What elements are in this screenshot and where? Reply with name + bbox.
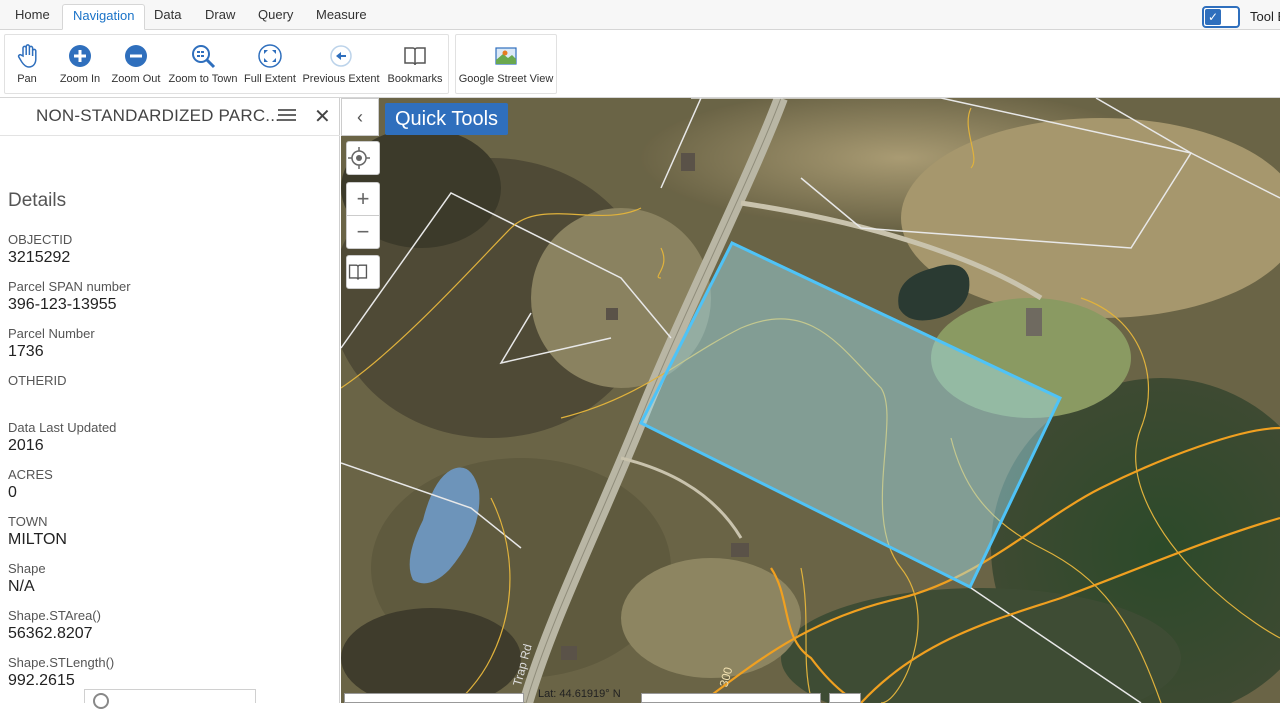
attribute-key: Shape.STArea() xyxy=(8,608,101,623)
zoom-to-town-label: Zoom to Town xyxy=(168,73,238,85)
close-icon[interactable]: ✕ xyxy=(314,104,331,129)
quick-tools-button[interactable]: Quick Tools xyxy=(385,103,509,135)
panel-menu-icon[interactable] xyxy=(278,109,296,123)
details-heading: Details xyxy=(8,190,67,211)
google-street-view-label: Google Street View xyxy=(458,73,554,85)
plus-icon: + xyxy=(356,186,370,211)
full-extent-icon xyxy=(258,44,282,68)
full-extent-button[interactable]: Full Extent xyxy=(241,43,299,85)
collapse-panel-button[interactable]: ‹ xyxy=(341,98,379,136)
circle-icon xyxy=(93,693,109,709)
attribute-item: Parcel Number 1736 xyxy=(8,326,131,373)
tab-draw[interactable]: Draw xyxy=(195,4,245,30)
attribute-list: OBJECTID 3215292 Parcel SPAN number 396-… xyxy=(8,232,131,702)
attribute-item: TOWN MILTON xyxy=(8,514,131,561)
attribute-item: OTHERID xyxy=(8,373,131,420)
attribute-item: Parcel SPAN number 396-123-13955 xyxy=(8,279,131,326)
attribute-item: Shape.STArea() 56362.8207 xyxy=(8,608,131,655)
map-zoom-out-button[interactable]: − xyxy=(346,215,380,249)
attribute-key: Parcel SPAN number xyxy=(8,279,131,294)
zoom-out-button[interactable]: Zoom Out xyxy=(109,43,163,85)
attribute-value: 992.2615 xyxy=(8,672,75,689)
navigation-tool-group: Pan Zoom In Zoom Out Zoom to Town Full E… xyxy=(4,34,449,94)
tab-data[interactable]: Data xyxy=(144,4,191,30)
attribute-value: 3215292 xyxy=(8,249,71,266)
zoom-in-button[interactable]: Zoom In xyxy=(55,43,105,85)
previous-extent-icon xyxy=(330,45,352,67)
tool-toggle-switch[interactable]: ✓ xyxy=(1202,6,1240,28)
attribute-item: Data Last Updated 2016 xyxy=(8,420,131,467)
crosshair-icon xyxy=(348,147,370,169)
panel-bottom-tab[interactable] xyxy=(84,689,256,709)
attribute-value: 0 xyxy=(8,484,17,501)
attribute-item: OBJECTID 3215292 xyxy=(8,232,131,279)
attribute-item: Shape N/A xyxy=(8,561,131,608)
aerial-imagery xyxy=(341,98,1280,703)
book-icon xyxy=(404,47,426,66)
scale-bar xyxy=(641,693,821,703)
tab-query[interactable]: Query xyxy=(248,4,303,30)
zoom-out-icon xyxy=(125,45,147,67)
navigation-toolbar: Pan Zoom In Zoom Out Zoom to Town Full E… xyxy=(0,31,1280,98)
map-zoom-in-button[interactable]: + xyxy=(346,182,380,216)
attribute-value: N/A xyxy=(8,578,35,595)
map-bookmarks-button[interactable] xyxy=(346,255,380,289)
tool-toggle-label: Tool B xyxy=(1250,9,1280,24)
attribute-key: ACRES xyxy=(8,467,53,482)
coordinate-bar: Lat: 44.61919° N xyxy=(344,688,621,703)
panel-header: NON-STANDARDIZED PARC... ✕ xyxy=(0,98,340,136)
zoom-out-label: Zoom Out xyxy=(111,73,161,85)
hand-icon xyxy=(17,44,37,68)
zoom-in-label: Zoom In xyxy=(59,73,101,85)
attribute-key: OBJECTID xyxy=(8,232,73,247)
tab-navigation[interactable]: Navigation xyxy=(62,4,146,30)
pan-button[interactable]: Pan xyxy=(7,43,47,85)
attribute-value: 1736 xyxy=(8,343,44,360)
attribute-key: TOWN xyxy=(8,514,48,529)
full-extent-label: Full Extent xyxy=(244,73,296,85)
attribute-key: Parcel Number xyxy=(8,326,95,341)
checkmark-icon: ✓ xyxy=(1205,9,1221,25)
street-view-icon xyxy=(495,47,517,65)
previous-extent-label: Previous Extent xyxy=(302,73,380,85)
previous-extent-button[interactable]: Previous Extent xyxy=(301,43,381,85)
coordinate-readout: Lat: 44.61919° N xyxy=(538,688,621,700)
bookmarks-label: Bookmarks xyxy=(387,73,443,85)
minus-icon: − xyxy=(356,219,370,244)
attribute-key: Data Last Updated xyxy=(8,420,117,435)
panel-title: NON-STANDARDIZED PARC... xyxy=(36,106,281,125)
zoom-to-town-button[interactable]: Zoom to Town xyxy=(167,43,239,85)
parcel-details-panel: NON-STANDARDIZED PARC... ✕ Details OBJEC… xyxy=(0,98,340,709)
google-street-view-button[interactable]: Google Street View xyxy=(458,43,554,85)
map-widget-button[interactable] xyxy=(829,693,861,703)
zoom-to-town-icon xyxy=(192,45,216,69)
ribbon-tab-bar: Home Navigation Data Draw Query Measure … xyxy=(0,0,1280,30)
attribute-value: 2016 xyxy=(8,437,44,454)
book-icon xyxy=(348,264,368,280)
attribute-key: OTHERID xyxy=(8,373,67,388)
zoom-in-icon xyxy=(69,45,91,67)
tab-measure[interactable]: Measure xyxy=(306,4,377,30)
tab-home[interactable]: Home xyxy=(5,4,60,30)
bookmarks-button[interactable]: Bookmarks xyxy=(385,43,445,85)
attribute-value: 56362.8207 xyxy=(8,625,93,642)
attribute-key: Shape xyxy=(8,561,46,576)
attribute-key: Shape.STLength() xyxy=(8,655,115,670)
attribute-item: ACRES 0 xyxy=(8,467,131,514)
attribute-value: 396-123-13955 xyxy=(8,296,117,313)
attribute-value: MILTON xyxy=(8,531,67,548)
street-view-tool-group: Google Street View xyxy=(455,34,557,94)
map-view[interactable]: Trap Rd 300 ‹ Quick Tools + − Lat: 44.61… xyxy=(341,98,1280,703)
locate-button[interactable] xyxy=(346,141,380,175)
pan-label: Pan xyxy=(17,73,37,85)
